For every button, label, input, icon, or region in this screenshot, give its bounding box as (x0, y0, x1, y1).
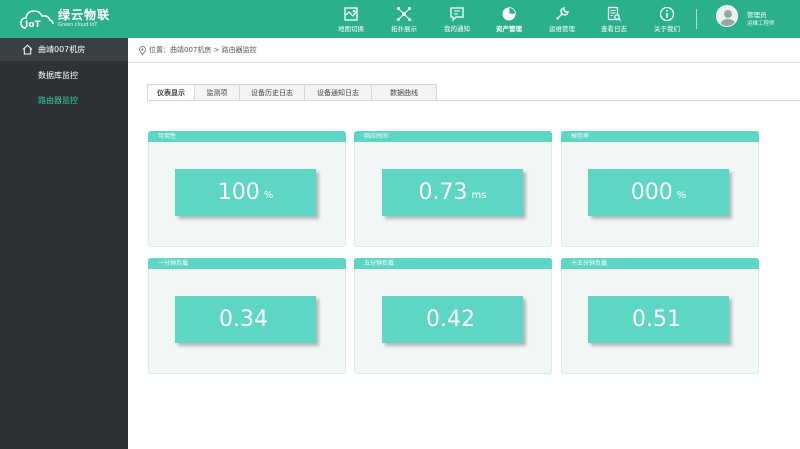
metric-card-load-15min: 十五分钟负载 0.51 (561, 258, 759, 374)
card-title: 五分钟负载 (354, 258, 552, 269)
tab-device-notification-log[interactable]: 设备通知日志 (305, 84, 372, 101)
pie-chart-icon (502, 7, 516, 21)
sidebar: 曲靖007机房 数据库监控 路由器监控 (0, 38, 128, 449)
sidebar-room-label: 曲靖007机房 (38, 45, 86, 54)
sidebar-room-header[interactable]: 曲靖007机房 (0, 38, 128, 61)
logo-subtitle: Green cloud IoT (58, 22, 98, 28)
user-avatar[interactable] (716, 5, 738, 27)
metric-card-load-1min: 一分钟负载 0.34 (148, 258, 346, 374)
nav-operations[interactable]: 运维管理 (549, 0, 575, 38)
card-title: 掉包率 (561, 131, 759, 142)
metric-tile: 000 % (588, 169, 729, 216)
info-icon (659, 6, 675, 22)
metric-unit: % (263, 190, 274, 201)
metric-value: 0.42 (426, 307, 475, 332)
top-header: IoT 绿云物联 Green cloud IoT 地图切换 拓扑展示 我的通知 (0, 0, 800, 38)
tab-data-curve[interactable]: 数据曲线 (372, 84, 437, 101)
metric-card-response-time: 响应时间 0.73 ms (354, 131, 552, 247)
logo-title: 绿云物联 (58, 8, 111, 22)
location-pin-icon (139, 45, 146, 55)
nav-about-us[interactable]: 关于我们 (654, 0, 680, 38)
user-role: 运维工程师 (747, 21, 775, 27)
metric-unit: ms (471, 190, 487, 201)
nav-label: 查看日志 (601, 25, 627, 33)
nav-label: 我的通知 (444, 25, 470, 33)
nav-notifications[interactable]: 我的通知 (444, 0, 470, 38)
metric-value: 0.34 (219, 307, 268, 332)
wrench-icon (556, 7, 569, 20)
tab-bar: 仪表显示 监测项 设备历史日志 设备通知日志 数据曲线 (147, 84, 437, 101)
message-icon (450, 7, 464, 22)
breadcrumb-divider (128, 62, 800, 63)
metric-tile: 0.73 ms (382, 169, 523, 216)
sidebar-item-database-monitor[interactable]: 数据库监控 (38, 70, 78, 81)
metric-card-packet-loss: 掉包率 000 % (561, 131, 759, 247)
metric-tile: 0.42 (382, 296, 523, 343)
header-divider (696, 9, 697, 29)
nav-label: 资产管理 (496, 25, 522, 33)
breadcrumb-text: 位置：曲靖007机房 > 路由器监控 (149, 46, 257, 54)
nav-label: 地图切换 (338, 25, 364, 33)
user-name[interactable]: 管理员 (747, 9, 767, 19)
app-logo[interactable]: IoT 绿云物联 Green cloud IoT (0, 0, 128, 38)
log-icon (607, 6, 621, 21)
tab-device-history-log[interactable]: 设备历史日志 (240, 84, 305, 101)
metric-tile: 0.51 (588, 296, 729, 343)
svg-text:IoT: IoT (25, 20, 42, 30)
user-avatar-icon (720, 10, 736, 26)
tab-gauge-display[interactable]: 仪表显示 (147, 84, 195, 101)
card-title: 可用性 (148, 131, 346, 142)
nav-map-switch[interactable]: 地图切换 (338, 0, 364, 38)
metric-value: 0.51 (632, 307, 681, 332)
metric-unit: % (676, 190, 687, 201)
metric-value: 000 (630, 180, 673, 205)
metric-value: 0.73 (418, 180, 468, 205)
metric-card-availability: 可用性 100 % (148, 131, 346, 247)
cloud-logo-icon: IoT (20, 8, 54, 30)
metric-card-load-5min: 五分钟负载 0.42 (354, 258, 552, 374)
nav-label: 运维管理 (549, 25, 575, 33)
metric-value: 100 (217, 180, 260, 205)
nav-label: 拓扑展示 (391, 25, 417, 33)
card-title: 一分钟负载 (148, 258, 346, 269)
breadcrumb: 位置：曲靖007机房 > 路由器监控 (139, 45, 257, 55)
home-icon (22, 44, 33, 55)
nav-label: 关于我们 (654, 25, 680, 33)
tab-monitor-items[interactable]: 监测项 (195, 84, 240, 101)
card-title: 响应时间 (354, 131, 552, 142)
map-icon (344, 7, 358, 21)
topology-icon (397, 7, 411, 21)
card-title: 十五分钟负载 (561, 258, 759, 269)
metric-tile: 0.34 (175, 296, 316, 343)
nav-view-logs[interactable]: 查看日志 (601, 0, 627, 38)
sidebar-item-router-monitor[interactable]: 路由器监控 (38, 95, 78, 106)
nav-topology[interactable]: 拓扑展示 (391, 0, 417, 38)
metric-tile: 100 % (175, 169, 316, 216)
tab-baseline (147, 100, 800, 101)
nav-asset-management[interactable]: 资产管理 (496, 0, 522, 38)
